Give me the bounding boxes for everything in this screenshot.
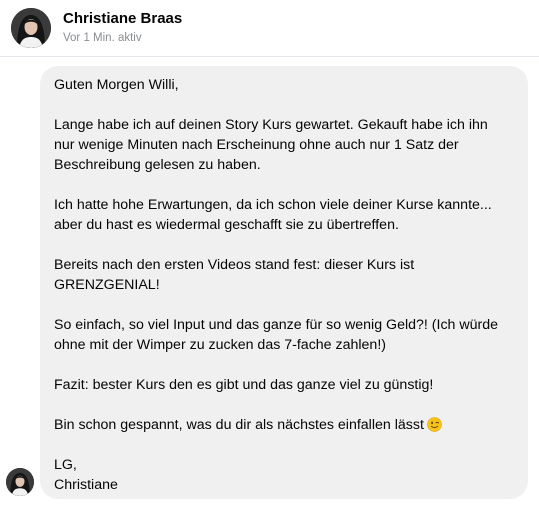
message-line: Ich hatte hohe Erwartungen, da ich schon… bbox=[54, 197, 492, 213]
message-line: Bereits nach den ersten Videos stand fes… bbox=[54, 257, 415, 273]
message-line: Beschreibung gelesen zu haben. bbox=[54, 157, 261, 173]
chat-header: Christiane Braas Vor 1 Min. aktiv bbox=[0, 0, 539, 57]
message-line: Fazit: bester Kurs den es gibt und das g… bbox=[54, 377, 434, 393]
contact-avatar[interactable] bbox=[11, 8, 51, 48]
message-line: ohne mit der Wimper zu zucken das 7-fach… bbox=[54, 337, 386, 353]
avatar-photo bbox=[11, 8, 51, 48]
message-line: GRENZGENIAL! bbox=[54, 277, 160, 293]
message-line: aber du hast es wiedermal geschafft sie … bbox=[54, 217, 399, 233]
message-line-with-emoji: Bin schon gespannt, was du dir als nächs… bbox=[54, 415, 514, 435]
message-line: Lange habe ich auf deinen Story Kurs gew… bbox=[54, 117, 488, 133]
winking-face-emoji bbox=[427, 417, 442, 432]
message-line: nur wenige Minuten nach Erscheinung ohne… bbox=[54, 137, 459, 153]
sender-avatar[interactable] bbox=[6, 468, 34, 496]
message-line: Guten Morgen Willi, bbox=[54, 77, 179, 93]
message-line: Christiane bbox=[54, 477, 118, 493]
contact-name[interactable]: Christiane Braas bbox=[63, 10, 182, 27]
message-bubble[interactable]: Guten Morgen Willi, Lange habe ich auf d… bbox=[40, 66, 528, 499]
contact-status: Vor 1 Min. aktiv bbox=[63, 32, 142, 44]
message-text: Bin schon gespannt, was du dir als nächs… bbox=[54, 417, 424, 433]
message-line: LG, bbox=[54, 457, 77, 473]
avatar-photo bbox=[6, 468, 34, 496]
message-line: So einfach, so viel Input und das ganze … bbox=[54, 317, 499, 333]
